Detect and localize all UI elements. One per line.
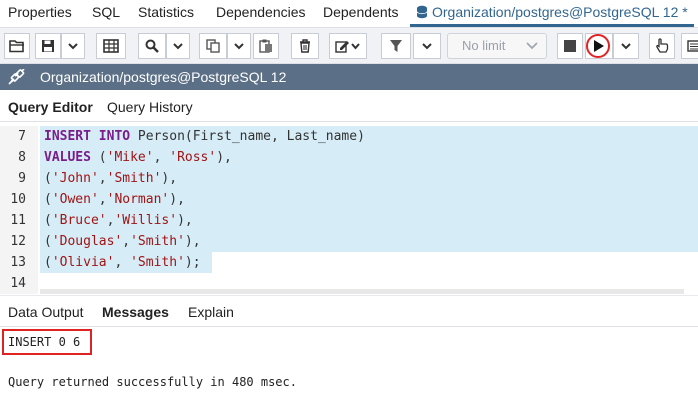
line-number: 11 xyxy=(10,213,26,228)
line-number: 14 xyxy=(10,276,26,291)
code-text: ('Olivia', 'Smith'); xyxy=(44,255,201,270)
table-icon xyxy=(103,39,119,53)
editor-tabs: Query Editor Query History xyxy=(0,92,698,122)
tab-query-tool-label: Organization/postgres@PostgreSQL 12 * xyxy=(432,4,688,20)
chevron-down-icon xyxy=(621,43,631,50)
search-icon xyxy=(145,39,159,53)
folder-open-icon xyxy=(9,40,24,53)
filter-dropdown-button[interactable] xyxy=(413,33,441,59)
copy-button[interactable] xyxy=(199,33,227,59)
output-tabs: Data Output Messages Explain xyxy=(0,295,698,327)
tab-explain[interactable]: Explain xyxy=(188,304,234,320)
tab-query-tool[interactable]: Organization/postgres@PostgreSQL 12 * xyxy=(410,4,694,27)
macros-button[interactable] xyxy=(681,33,698,59)
edit-button[interactable] xyxy=(329,33,367,59)
code-text: ('Owen','Norman'), xyxy=(44,192,185,207)
chevron-down-icon xyxy=(422,43,432,50)
paste-icon xyxy=(259,39,272,53)
tab-sql[interactable]: SQL xyxy=(92,4,120,20)
code-text: ('John','Smith'), xyxy=(44,171,178,186)
chevron-down-icon xyxy=(173,43,183,50)
tab-dependencies[interactable]: Dependencies xyxy=(216,4,306,20)
code-text: VALUES ('Mike', 'Ross'), xyxy=(44,150,232,165)
panel-tabs: Properties SQL Statistics Dependencies D… xyxy=(0,0,698,28)
stop-icon xyxy=(564,40,576,52)
commit-button[interactable] xyxy=(649,33,675,59)
filter-button[interactable] xyxy=(381,33,411,59)
execute-highlight-circle xyxy=(586,34,610,58)
hand-pointer-icon xyxy=(656,38,669,53)
connection-bar: Organization/postgres@PostgreSQL 12 xyxy=(0,64,698,90)
edit-data-button[interactable] xyxy=(96,33,126,59)
horizontal-scrollbar[interactable] xyxy=(40,289,684,294)
save-dropdown-button[interactable] xyxy=(61,33,85,59)
sql-editor[interactable]: 7 INSERT INTO Person(First_name, Last_na… xyxy=(0,126,698,294)
line-number: 8 xyxy=(18,150,26,165)
delete-button[interactable] xyxy=(291,33,319,59)
execute-dropdown-button[interactable] xyxy=(613,33,639,59)
line-number: 7 xyxy=(18,129,26,144)
code-line: 13 ('Olivia', 'Smith'); xyxy=(0,252,698,273)
database-icon xyxy=(416,5,428,19)
copy-icon xyxy=(206,39,220,53)
open-file-button[interactable] xyxy=(4,33,30,59)
chevron-down-icon xyxy=(234,43,244,50)
find-button[interactable] xyxy=(138,33,166,59)
row-limit-value: No limit xyxy=(462,38,506,53)
line-number: 12 xyxy=(10,234,26,249)
code-line: 7 INSERT INTO Person(First_name, Last_na… xyxy=(0,126,698,147)
tab-query-editor[interactable]: Query Editor xyxy=(8,99,93,115)
save-button[interactable] xyxy=(35,33,61,59)
find-dropdown-button[interactable] xyxy=(166,33,190,59)
code-text: ('Bruce','Willis'), xyxy=(44,213,193,228)
plug-connected-icon[interactable] xyxy=(8,69,26,85)
code-line: 10 ('Owen','Norman'), xyxy=(0,189,698,210)
chevron-down-icon xyxy=(68,43,78,50)
line-number: 13 xyxy=(10,255,26,270)
tab-query-history[interactable]: Query History xyxy=(107,99,193,115)
code-line: 8 VALUES ('Mike', 'Ross'), xyxy=(0,147,698,168)
tab-messages[interactable]: Messages xyxy=(102,304,169,320)
tab-properties[interactable]: Properties xyxy=(8,4,72,20)
code-line: 12 ('Douglas','Smith'), xyxy=(0,231,698,252)
line-number: 9 xyxy=(18,171,26,186)
code-text: ('Douglas','Smith'), xyxy=(44,234,201,249)
line-number: 10 xyxy=(10,192,26,207)
tab-statistics[interactable]: Statistics xyxy=(138,4,194,20)
result-message: INSERT 0 6 xyxy=(8,335,81,349)
save-icon xyxy=(42,40,54,52)
connection-label[interactable]: Organization/postgres@PostgreSQL 12 xyxy=(40,69,286,85)
chevron-down-icon xyxy=(526,35,538,63)
tab-data-output[interactable]: Data Output xyxy=(8,304,84,320)
status-message: Query returned successfully in 480 msec. xyxy=(8,375,297,389)
copy-dropdown-button[interactable] xyxy=(227,33,251,59)
cancel-query-button[interactable] xyxy=(557,33,583,59)
code-text: INSERT INTO Person(First_name, Last_name… xyxy=(44,129,365,144)
paste-button[interactable] xyxy=(253,33,279,59)
filter-icon xyxy=(390,40,402,52)
list-icon xyxy=(687,40,698,52)
edit-icon xyxy=(335,41,360,53)
tab-dependents[interactable]: Dependents xyxy=(323,4,399,20)
row-limit-select[interactable]: No limit xyxy=(447,33,547,59)
code-line: 9 ('John','Smith'), xyxy=(0,168,698,189)
code-line: 11 ('Bruce','Willis'), xyxy=(0,210,698,231)
trash-icon xyxy=(300,39,310,53)
